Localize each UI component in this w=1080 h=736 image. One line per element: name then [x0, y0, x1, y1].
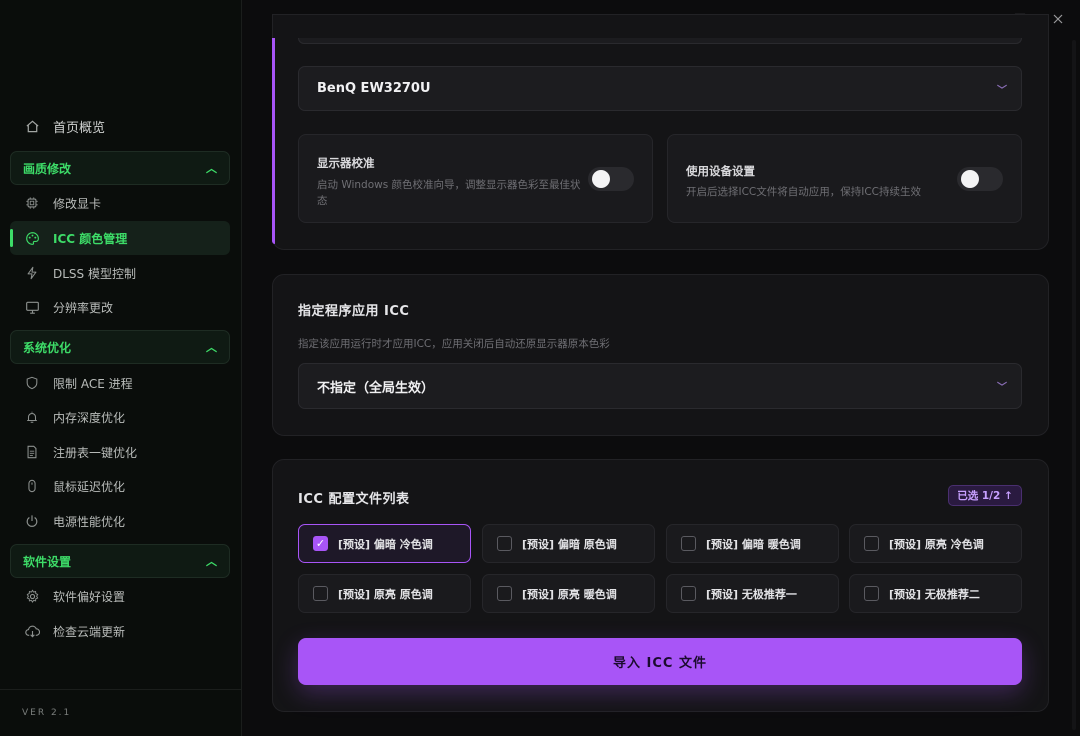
calibration-desc: 启动 Windows 颜色校准向导，调整显示器色彩至最佳状态: [317, 179, 581, 207]
profile-item[interactable]: [预设] 原亮 冷色调: [849, 524, 1022, 563]
chip-icon: [24, 195, 40, 211]
sidebar-group-label: 软件设置: [23, 554, 72, 569]
checkbox-icon[interactable]: [864, 586, 879, 601]
sidebar-item-modify-gpu[interactable]: 修改显卡: [10, 186, 230, 220]
gear-icon: [24, 588, 40, 604]
sidebar-item-registry[interactable]: 注册表一键优化: [10, 435, 230, 469]
mouse-icon: [24, 478, 40, 494]
import-icc-button[interactable]: 导入 ICC 文件: [298, 638, 1022, 685]
calibration-toggle[interactable]: [588, 167, 634, 191]
sidebar-item-label: 鼠标延迟优化: [53, 479, 126, 494]
profile-label: [预设] 原亮 冷色调: [889, 537, 984, 551]
checkbox-icon[interactable]: [681, 586, 696, 601]
app-select-value: 不指定（全局生效）: [317, 380, 435, 396]
profile-label: [预设] 偏暗 冷色调: [338, 537, 433, 551]
document-icon: [24, 444, 40, 460]
toggle-knob: [592, 170, 610, 188]
shield-icon: [24, 375, 40, 391]
sidebar-item-limit-ace[interactable]: 限制 ACE 进程: [10, 366, 230, 400]
sidebar-item-home[interactable]: 首页概览: [10, 109, 230, 143]
profile-label: [预设] 原亮 原色调: [338, 587, 433, 601]
chevron-up-icon: ︿: [206, 162, 217, 175]
checkbox-icon[interactable]: [864, 536, 879, 551]
app-icc-card: [272, 274, 1049, 436]
checkbox-icon[interactable]: [497, 586, 512, 601]
profile-item[interactable]: ✓ [预设] 偏暗 冷色调: [298, 524, 471, 563]
palette-icon: [24, 230, 40, 246]
profile-item[interactable]: [预设] 原亮 原色调: [298, 574, 471, 613]
device-settings-desc: 开启后选择ICC文件将自动应用，保持ICC持续生效: [686, 186, 922, 198]
icc-profiles-title: ICC 配置文件列表: [298, 492, 410, 507]
device-settings-panel: 使用设备设置 开启后选择ICC文件将自动应用，保持ICC持续生效: [667, 134, 1022, 223]
sidebar-item-mouse[interactable]: 鼠标延迟优化: [10, 469, 230, 503]
profile-label: [预设] 偏暗 原色调: [522, 537, 617, 551]
checkbox-icon[interactable]: [313, 586, 328, 601]
toggle-knob: [961, 170, 979, 188]
app-icc-title: 指定程序应用 ICC: [298, 304, 410, 319]
close-icon[interactable]: [1048, 9, 1068, 29]
active-indicator: [10, 229, 13, 247]
card-accent-bar: [272, 38, 275, 244]
power-icon: [24, 513, 40, 529]
sidebar-item-label: 软件偏好设置: [53, 589, 126, 604]
sidebar-item-power[interactable]: 电源性能优化: [10, 504, 230, 538]
monitor-icon: [24, 299, 40, 315]
device-settings-title: 使用设备设置: [686, 164, 755, 178]
profile-item[interactable]: [预设] 原亮 暖色调: [482, 574, 655, 613]
profile-item[interactable]: [预设] 无极推荐二: [849, 574, 1022, 613]
monitor-select-value: BenQ EW3270U: [317, 81, 431, 96]
version-label: VER 2.1: [22, 708, 72, 718]
cloud-download-icon: [24, 623, 40, 639]
profile-item[interactable]: [预设] 偏暗 暖色调: [666, 524, 839, 563]
checkbox-icon[interactable]: [497, 536, 512, 551]
checkbox-icon[interactable]: [681, 536, 696, 551]
sidebar-divider: [0, 689, 241, 690]
chevron-down-icon: ﹀: [997, 382, 1007, 394]
sidebar-group-software[interactable]: 软件设置 ︿: [10, 544, 230, 578]
chevron-down-icon: ﹀: [997, 85, 1007, 96]
sidebar-item-label: 内存深度优化: [53, 410, 126, 425]
home-icon: [24, 118, 40, 134]
sidebar-item-label: 电源性能优化: [53, 514, 126, 529]
profile-label: [预设] 无极推荐一: [706, 587, 797, 601]
profile-label: [预设] 偏暗 暖色调: [706, 537, 801, 551]
sidebar-item-label: ICC 颜色管理: [53, 231, 128, 246]
sidebar-item-label: 修改显卡: [53, 196, 102, 211]
scrollbar[interactable]: [1072, 40, 1076, 730]
profile-label: [预设] 原亮 暖色调: [522, 587, 617, 601]
sidebar-item-memory[interactable]: 内存深度优化: [10, 400, 230, 434]
sidebar-group-label: 画质修改: [23, 161, 72, 176]
monitor-select[interactable]: BenQ EW3270U ﹀: [298, 66, 1022, 111]
sidebar: 首页概览 画质修改 ︿ 修改显卡 ICC 颜色管理 DLSS 模型控制 分辨率更…: [0, 0, 242, 736]
sidebar-group-label: 系统优化: [23, 340, 72, 355]
sidebar-item-label: 首页概览: [53, 120, 106, 136]
app-select[interactable]: 不指定（全局生效） ﹀: [298, 363, 1022, 409]
chevron-up-icon: ︿: [206, 341, 217, 354]
selected-count-badge[interactable]: 已选 1/2 ↑: [948, 485, 1022, 506]
sidebar-item-label: 分辨率更改: [53, 300, 114, 315]
profile-item[interactable]: [预设] 无极推荐一: [666, 574, 839, 613]
sidebar-item-preferences[interactable]: 软件偏好设置: [10, 579, 230, 613]
sidebar-item-label: 限制 ACE 进程: [53, 376, 133, 391]
lightning-icon: [24, 265, 40, 281]
sidebar-item-label: 检查云端更新: [53, 624, 126, 639]
app-icc-desc: 指定该应用运行时才应用ICC，应用关闭后自动还原显示器原本色彩: [298, 338, 610, 350]
chevron-up-icon: ︿: [206, 555, 217, 568]
calibration-panel: 显示器校准 启动 Windows 颜色校准向导，调整显示器色彩至最佳状态: [298, 134, 653, 223]
sidebar-item-icc-color[interactable]: ICC 颜色管理: [10, 221, 230, 255]
calibration-title: 显示器校准: [317, 156, 375, 170]
alarm-icon: [24, 409, 40, 425]
sidebar-item-label: 注册表一键优化: [53, 445, 138, 460]
checkbox-checked-icon[interactable]: ✓: [313, 536, 328, 551]
scrolled-select-edge: [298, 38, 1022, 44]
sidebar-group-image-quality[interactable]: 画质修改 ︿: [10, 151, 230, 185]
sidebar-item-dlss[interactable]: DLSS 模型控制: [10, 256, 230, 290]
sidebar-group-system[interactable]: 系统优化 ︿: [10, 330, 230, 364]
sidebar-item-cloud-update[interactable]: 检查云端更新: [10, 614, 230, 648]
sidebar-item-resolution[interactable]: 分辨率更改: [10, 290, 230, 324]
profile-item[interactable]: [预设] 偏暗 原色调: [482, 524, 655, 563]
profile-label: [预设] 无极推荐二: [889, 587, 980, 601]
sidebar-item-label: DLSS 模型控制: [53, 266, 136, 281]
device-settings-toggle[interactable]: [957, 167, 1003, 191]
